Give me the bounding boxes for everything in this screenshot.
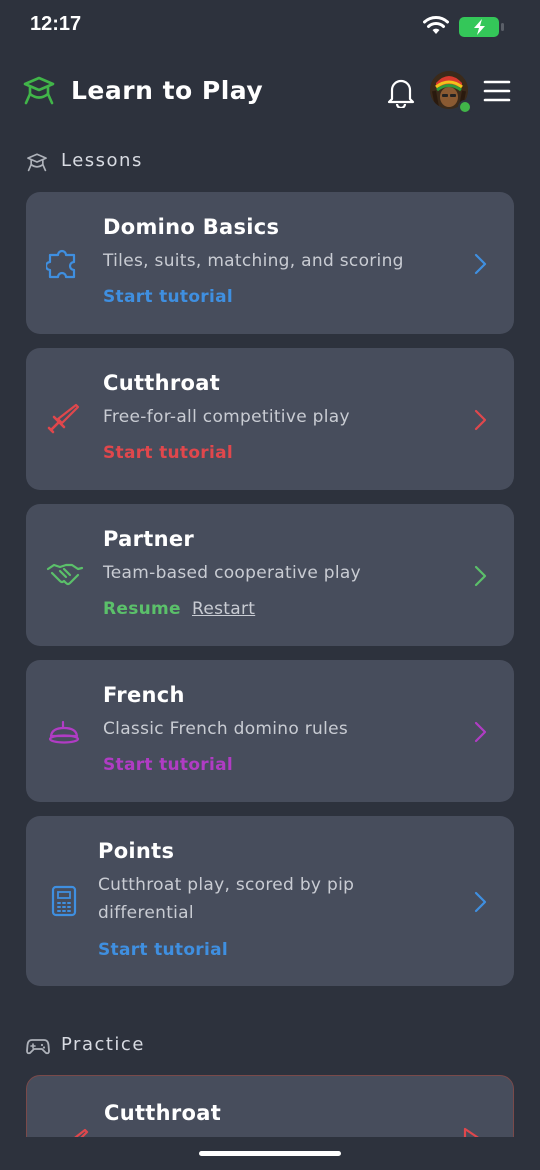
puzzle-icon: [46, 249, 76, 279]
lesson-title: Partner: [103, 527, 195, 551]
lessons-section-header: Lessons: [26, 150, 226, 174]
beret-icon: [48, 720, 80, 744]
chevron-right-icon: [474, 891, 487, 913]
practice-section-header: Practice: [26, 1034, 226, 1058]
lesson-card-domino-basics[interactable]: Domino Basics Tiles, suits, matching, an…: [26, 192, 514, 334]
hamburger-menu-icon[interactable]: [483, 79, 511, 103]
lessons-section-label: Lessons: [61, 150, 143, 171]
practice-section-label: Practice: [61, 1034, 145, 1055]
start-tutorial-link[interactable]: Start tutorial: [103, 443, 233, 463]
home-indicator[interactable]: [199, 1151, 341, 1156]
wifi-icon: [423, 16, 449, 34]
lesson-description: Classic French domino rules: [103, 719, 349, 739]
page-title: Learn to Play: [71, 76, 264, 105]
handshake-icon: [46, 563, 84, 586]
lesson-card-cutthroat[interactable]: Cutthroat Free-for-all competitive play …: [26, 348, 514, 490]
header: Learn to Play: [0, 66, 540, 118]
resume-link[interactable]: Resume: [103, 599, 181, 619]
lesson-description: Cutthroat play, scored by pip differenti…: [98, 875, 355, 923]
gamepad-icon: [26, 1039, 50, 1055]
start-tutorial-link[interactable]: Start tutorial: [103, 755, 233, 775]
chevron-right-icon: [474, 409, 487, 431]
start-tutorial-link[interactable]: Start tutorial: [98, 940, 228, 960]
status-bar: 12:17: [0, 0, 540, 54]
online-status-dot: [458, 100, 472, 114]
lesson-card-points[interactable]: Points Cutthroat play, scored by pip dif…: [26, 816, 514, 986]
sword-icon: [47, 403, 80, 434]
chevron-right-icon: [474, 253, 487, 275]
status-time: 12:17: [30, 13, 82, 35]
lesson-card-partner[interactable]: Partner Team-based cooperative play Resu…: [26, 504, 514, 646]
chevron-right-icon: [474, 721, 487, 743]
lesson-title: Points: [98, 839, 175, 863]
graduation-cap-icon: [23, 76, 55, 105]
start-tutorial-link[interactable]: Start tutorial: [103, 287, 233, 307]
graduation-cap-icon: [27, 153, 47, 172]
lesson-description: Tiles, suits, matching, and scoring: [103, 251, 404, 271]
bell-icon[interactable]: [386, 76, 416, 108]
lesson-description: Team-based cooperative play: [103, 563, 361, 583]
lesson-title: Domino Basics: [103, 215, 280, 239]
lesson-description: Free-for-all competitive play: [103, 407, 350, 427]
lesson-title: Cutthroat: [103, 371, 221, 395]
practice-title: Cutthroat: [104, 1101, 222, 1125]
battery-icon: [459, 17, 504, 37]
calculator-icon: [51, 885, 77, 917]
lesson-title: French: [103, 683, 185, 707]
restart-link[interactable]: Restart: [192, 599, 255, 619]
lesson-card-french[interactable]: French Classic French domino rules Start…: [26, 660, 514, 802]
chevron-right-icon: [474, 565, 487, 587]
